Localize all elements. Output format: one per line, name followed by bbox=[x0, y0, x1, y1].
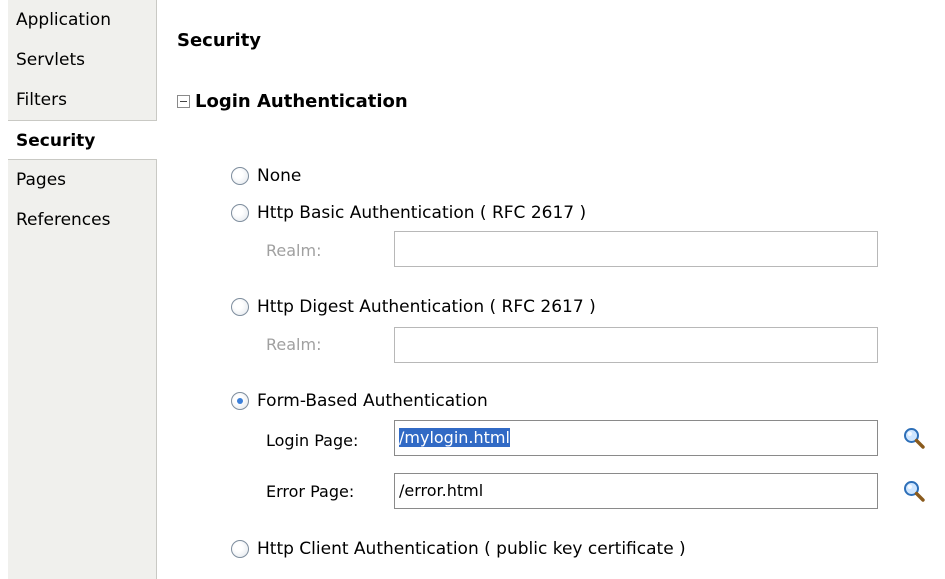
sidebar-item-references[interactable]: References bbox=[8, 200, 156, 240]
basic-realm-input[interactable] bbox=[394, 231, 878, 267]
section-title: Login Authentication bbox=[195, 91, 408, 112]
radio-label-none: None bbox=[257, 166, 302, 186]
sidebar-item-filters[interactable]: Filters bbox=[8, 80, 156, 120]
radio-client[interactable] bbox=[231, 540, 249, 558]
radio-option-digest[interactable]: Http Digest Authentication ( RFC 2617 ) bbox=[231, 297, 596, 317]
error-page-input[interactable]: /error.html bbox=[394, 473, 878, 509]
radio-option-form[interactable]: Form-Based Authentication bbox=[231, 391, 488, 411]
radio-option-basic[interactable]: Http Basic Authentication ( RFC 2617 ) bbox=[231, 203, 586, 223]
radio-digest[interactable] bbox=[231, 298, 249, 316]
page-title: Security bbox=[177, 30, 262, 51]
basic-realm-label: Realm: bbox=[266, 241, 322, 260]
radio-label-client: Http Client Authentication ( public key … bbox=[257, 539, 686, 559]
radio-form[interactable] bbox=[231, 392, 249, 410]
sidebar: Application Servlets Filters Security Pa… bbox=[8, 0, 157, 579]
radio-label-basic: Http Basic Authentication ( RFC 2617 ) bbox=[257, 203, 587, 223]
error-page-browse-icon[interactable] bbox=[903, 480, 925, 502]
login-page-value: /mylogin.html bbox=[399, 428, 510, 447]
sidebar-item-pages[interactable]: Pages bbox=[8, 160, 156, 200]
radio-basic[interactable] bbox=[231, 204, 249, 222]
digest-realm-label: Realm: bbox=[266, 335, 322, 354]
collapse-minus-icon[interactable] bbox=[177, 95, 190, 108]
radio-option-none[interactable]: None bbox=[231, 166, 301, 186]
main-panel: Security Login Authentication None Http … bbox=[157, 0, 945, 579]
radio-none[interactable] bbox=[231, 167, 249, 185]
digest-realm-input[interactable] bbox=[394, 327, 878, 363]
sidebar-item-security[interactable]: Security bbox=[8, 120, 157, 160]
sidebar-item-servlets[interactable]: Servlets bbox=[8, 40, 156, 80]
login-page-label: Login Page: bbox=[266, 431, 359, 450]
login-page-browse-icon[interactable] bbox=[903, 427, 925, 449]
sidebar-item-application[interactable]: Application bbox=[8, 0, 156, 40]
login-page-input[interactable]: /mylogin.html bbox=[394, 420, 878, 456]
section-header: Login Authentication bbox=[177, 91, 408, 112]
error-page-label: Error Page: bbox=[266, 482, 355, 501]
radio-label-form: Form-Based Authentication bbox=[257, 391, 488, 411]
radio-label-digest: Http Digest Authentication ( RFC 2617 ) bbox=[257, 297, 596, 317]
radio-option-client[interactable]: Http Client Authentication ( public key … bbox=[231, 539, 686, 559]
